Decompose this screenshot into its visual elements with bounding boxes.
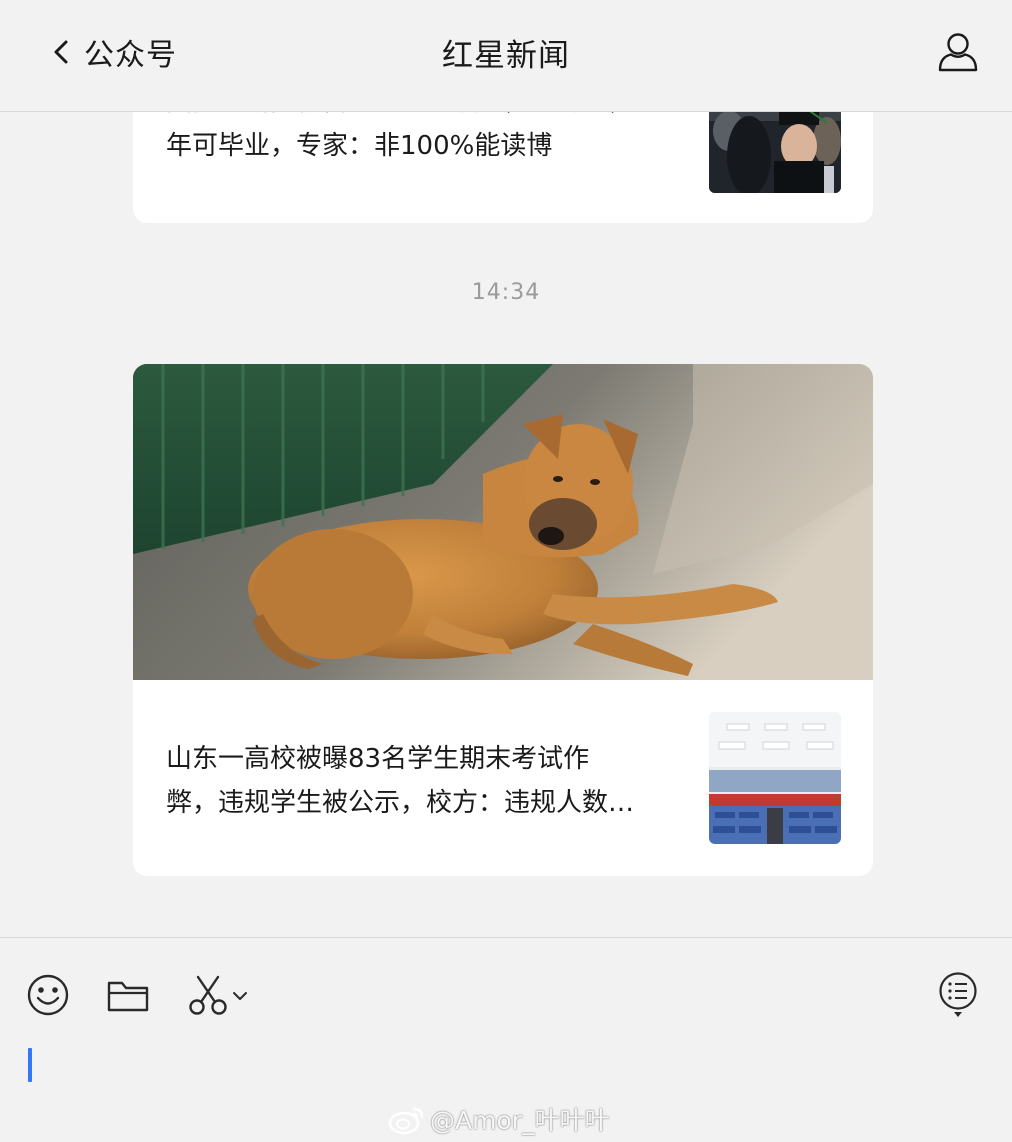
folder-icon[interactable] (107, 978, 149, 1012)
chevron-down-icon[interactable] (231, 990, 249, 1002)
message-timestamp: 14:34 (471, 280, 541, 305)
article-title: 国内大研多校自主一个特设建，特专业， 年可毕业，专家：非100%能读博 (166, 112, 666, 168)
article-title-line: 山东一高校被曝83名学生期末考试作 (166, 744, 590, 774)
exam-hall-thumbnail (709, 712, 841, 844)
scissors-icon[interactable] (188, 974, 228, 1016)
article-card-previous[interactable]: 国内大研多校自主一个特设建，特专业， 年可毕业，专家：非100%能读博 (133, 112, 873, 223)
article-card[interactable]: 山东一高校被曝83名学生期末考试作 弊，违规学生被公示，校方：违规人数… (133, 364, 873, 876)
watermark-text: @Amor_叶叶叶 (430, 1106, 610, 1135)
watermark: @Amor_叶叶叶 (388, 1101, 610, 1137)
article-title-line: 弊，违规学生被公示，校方：违规人数… (166, 788, 635, 818)
page-title: 红星新闻 (442, 38, 570, 74)
profile-icon[interactable] (936, 30, 980, 74)
article-title-line: 年可毕业，专家：非100%能读博 (166, 131, 553, 161)
text-cursor[interactable] (28, 1048, 32, 1082)
message-list[interactable]: 国内大研多校自主一个特设建，特专业， 年可毕业，专家：非100%能读博 14:3… (0, 112, 1012, 937)
input-toolbar: @Amor_叶叶叶 (0, 937, 1012, 1142)
graduation-thumbnail (709, 112, 841, 193)
dog-cover-image (133, 364, 873, 680)
emoji-icon[interactable] (26, 973, 70, 1017)
article-title-line: 国内大研多校自主一个特设建，特专业， (166, 112, 666, 124)
weibo-icon (388, 1107, 424, 1135)
top-bar: 公众号 红星新闻 (0, 0, 1012, 112)
article-title: 山东一高校被曝83名学生期末考试作 弊，违规学生被公示，校方：违规人数… (166, 737, 676, 825)
message-list-icon[interactable] (938, 971, 978, 1019)
